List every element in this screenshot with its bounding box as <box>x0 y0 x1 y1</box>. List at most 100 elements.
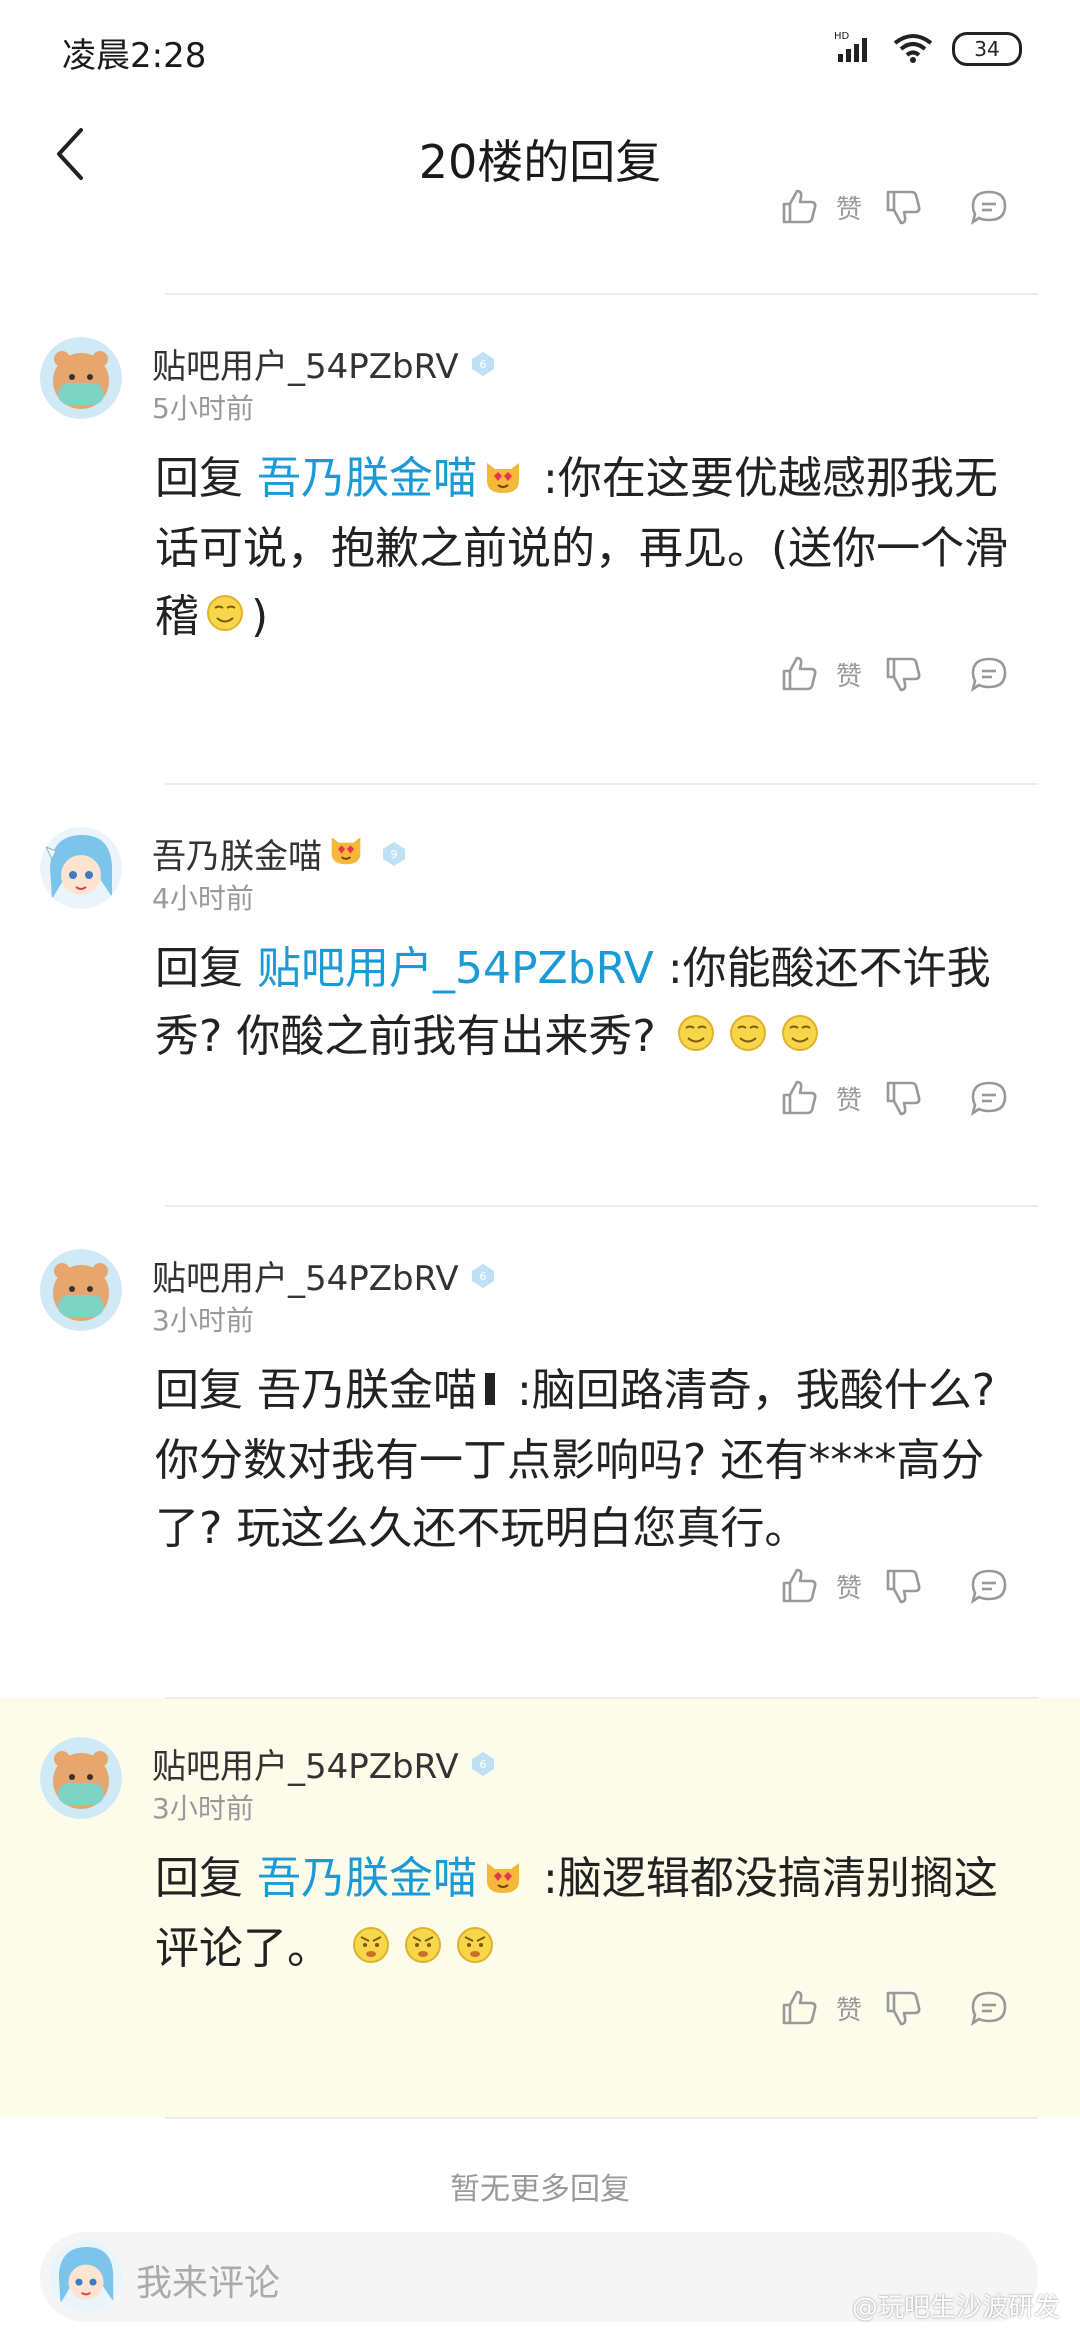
previous-item-actions: 赞 <box>780 188 1008 226</box>
comment-icon <box>970 1569 1007 1604</box>
like-label: 赞 <box>836 1995 863 2026</box>
dislike-button[interactable] <box>884 655 922 693</box>
comment-icon <box>970 190 1007 225</box>
broken-emoji-icon <box>483 1359 497 1427</box>
reply-item-highlighted: 贴吧用户_54PZbRV 6 3小时前 回复 吾乃朕金喵 :脑逻辑都没搞清别搁这… <box>0 1697 1080 2117</box>
reply-item: 吾乃朕金喵 9 4小时前 回复 贴吧用户_54PZbRV :你能酸还不许我秀? … <box>0 785 1080 1205</box>
mention-link[interactable]: 吾乃朕金喵 <box>257 1853 477 1904</box>
reply-time: 4小时前 <box>152 882 254 915</box>
status-icons: HD 34 <box>834 30 1022 68</box>
battery-indicator: 34 <box>952 32 1022 66</box>
status-time: 凌晨2:28 <box>62 36 207 76</box>
reply-actions: 赞 <box>780 1989 1008 2027</box>
thumbs-down-icon <box>886 1081 921 1116</box>
reply-prefix: 回复 <box>155 453 243 504</box>
thumbs-down-icon <box>886 657 921 692</box>
reply-content: 回复 吾乃朕金喵 :你在这要优越感那我无话可说，抱歉之前说的，再见。(送你一个滑… <box>155 445 1015 653</box>
reply-content: 回复 吾乃朕金喵 :脑回路清奇，我酸什么? 你分数对我有一丁点影响吗? 还有**… <box>155 1357 1015 1563</box>
reply-time: 3小时前 <box>152 1792 254 1825</box>
pouting-face-emoji-icon <box>351 1917 391 1985</box>
reply-button[interactable] <box>970 1989 1008 2027</box>
thumbs-down-icon <box>886 1569 921 1604</box>
reply-prefix: 回复 <box>155 1365 243 1416</box>
username-text: 吾乃朕金喵 <box>152 837 322 877</box>
like-label: 赞 <box>836 1573 863 1604</box>
divider <box>165 2117 1038 2119</box>
comment-icon <box>970 1991 1007 2026</box>
mention-link[interactable]: 贴吧用户_54PZbRV <box>257 943 654 994</box>
thumbs-up-icon <box>782 1568 817 1603</box>
reply-button[interactable] <box>970 655 1008 693</box>
signal-icon: HD <box>834 30 874 68</box>
smirk-face-emoji-icon <box>205 585 245 653</box>
svg-text:HD: HD <box>834 31 850 42</box>
reply-time: 5小时前 <box>152 392 254 425</box>
username-text: 贴吧用户_54PZbRV <box>152 347 459 387</box>
avatar[interactable] <box>40 337 122 419</box>
reply-content: 回复 贴吧用户_54PZbRV :你能酸还不许我秀? 你酸之前我有出来秀? <box>155 935 1015 1073</box>
level-badge-icon: 6 <box>469 1262 497 1290</box>
dislike-button[interactable] <box>884 1567 922 1605</box>
reply-actions: 赞 <box>780 655 1008 693</box>
comment-icon <box>970 1081 1007 1116</box>
reply-button[interactable] <box>970 1079 1008 1117</box>
reply-time: 3小时前 <box>152 1304 254 1337</box>
like-button[interactable] <box>780 1989 818 2027</box>
page-title: 20楼的回复 <box>418 135 662 189</box>
username[interactable]: 贴吧用户_54PZbRV 6 <box>152 1739 497 1788</box>
smirk-face-emoji-icon <box>780 1005 820 1073</box>
reply-prefix: 回复 <box>155 943 243 994</box>
level-badge-icon: 6 <box>469 350 497 378</box>
dislike-button[interactable] <box>884 1989 922 2027</box>
smirk-face-emoji-icon <box>676 1005 716 1073</box>
reply-actions: 赞 <box>780 1567 1008 1605</box>
my-avatar <box>50 2240 122 2312</box>
like-label: 赞 <box>836 1085 863 1116</box>
reply-text-end: ) <box>251 591 269 642</box>
like-label: 赞 <box>836 194 863 225</box>
dislike-button[interactable] <box>884 188 922 226</box>
svg-text:6: 6 <box>479 1758 486 1771</box>
cat-heart-eyes-emoji-icon <box>483 447 523 515</box>
reply-actions: 赞 <box>780 1079 1008 1117</box>
mention-link[interactable]: 吾乃朕金喵 <box>257 453 477 504</box>
cat-heart-eyes-emoji-icon <box>328 832 364 875</box>
reply-button[interactable] <box>970 1567 1008 1605</box>
thumbs-up-icon <box>782 1990 817 2025</box>
thumbs-up-icon <box>782 656 817 691</box>
reply-prefix: 回复 <box>155 1853 243 1904</box>
svg-text:6: 6 <box>479 358 486 371</box>
avatar[interactable] <box>40 1249 122 1331</box>
mention-text: 吾乃朕金喵 <box>257 1365 477 1416</box>
comment-placeholder: 我来评论 <box>136 2263 281 2304</box>
no-more-replies-label: 暂无更多回复 <box>450 2172 630 2207</box>
like-label: 赞 <box>836 661 863 692</box>
thumbs-up-icon <box>782 1080 817 1115</box>
like-button[interactable] <box>780 1567 818 1605</box>
reply-item: 贴吧用户_54PZbRV 6 5小时前 回复 吾乃朕金喵 :你在这要优越感那我无… <box>0 295 1080 785</box>
username-text: 贴吧用户_54PZbRV <box>152 1259 459 1299</box>
reply-item: 贴吧用户_54PZbRV 6 3小时前 回复 吾乃朕金喵 :脑回路清奇，我酸什么… <box>0 1207 1080 1697</box>
watermark: @玩吧生沙波研发 <box>851 2293 1060 2323</box>
pouting-face-emoji-icon <box>403 1917 443 1985</box>
username[interactable]: 贴吧用户_54PZbRV 6 <box>152 1251 497 1300</box>
thumbs-down-icon <box>886 190 921 225</box>
like-button[interactable] <box>780 1079 818 1117</box>
username[interactable]: 吾乃朕金喵 9 <box>152 829 408 878</box>
like-button[interactable] <box>780 655 818 693</box>
divider <box>165 1697 1038 1699</box>
reply-button[interactable] <box>970 188 1008 226</box>
thumbs-down-icon <box>886 1991 921 2026</box>
username[interactable]: 贴吧用户_54PZbRV 6 <box>152 339 497 388</box>
thumbs-up-icon <box>782 189 817 224</box>
avatar[interactable] <box>40 827 122 909</box>
dislike-button[interactable] <box>884 1079 922 1117</box>
svg-text:6: 6 <box>479 1270 486 1283</box>
smirk-face-emoji-icon <box>728 1005 768 1073</box>
status-bar: 凌晨2:28 HD 34 <box>0 0 1080 100</box>
like-button[interactable] <box>780 188 818 226</box>
cat-heart-eyes-emoji-icon <box>483 1847 523 1915</box>
avatar[interactable] <box>40 1737 122 1819</box>
pouting-face-emoji-icon <box>455 1917 495 1985</box>
comment-bar: 我来评论 @玩吧生沙波研发 <box>0 2215 1080 2340</box>
